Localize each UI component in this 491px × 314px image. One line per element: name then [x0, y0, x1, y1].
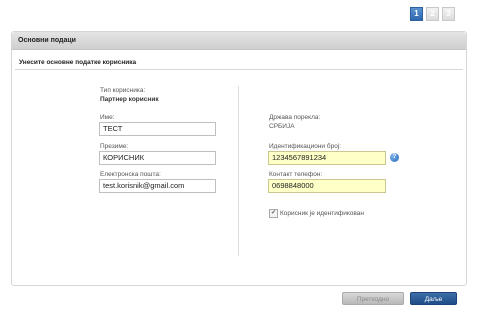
country-value: СРБИЈА	[269, 123, 295, 130]
phone-field[interactable]: 0698848000	[268, 179, 386, 193]
column-divider	[238, 86, 239, 256]
first-name-field[interactable]: ТЕСТ	[99, 122, 216, 136]
previous-button[interactable]: Претходно	[342, 292, 404, 305]
email-field[interactable]: test.korisnik@gmail.com	[99, 179, 216, 193]
id-number-label: Идентификациони број:	[269, 143, 342, 150]
wizard-steps: 1 2 3	[410, 7, 455, 21]
email-label: Електронска пошта:	[100, 171, 161, 178]
help-icon[interactable]: ?	[390, 153, 399, 162]
last-name-label: Презиме:	[100, 143, 129, 150]
step-2[interactable]: 2	[426, 7, 439, 21]
id-number-field[interactable]: 1234567891234	[268, 151, 386, 165]
section-divider	[15, 69, 463, 70]
user-type-label: Тип корисника:	[100, 87, 146, 94]
section-title: Унесите основне податке корисника	[19, 59, 137, 66]
identified-checkbox[interactable]: ✔	[269, 209, 278, 218]
next-button[interactable]: Даље	[410, 292, 457, 305]
user-type-value: Партнер корисник	[100, 96, 159, 103]
country-label: Држава порекла:	[269, 114, 321, 121]
step-1[interactable]: 1	[410, 7, 423, 21]
phone-label: Контакт телефон:	[269, 171, 323, 178]
step-3[interactable]: 3	[442, 7, 455, 21]
last-name-field[interactable]: КОРИСНИК	[99, 151, 216, 165]
identified-label: Корисник је идентификован	[280, 210, 364, 217]
basic-info-panel: Основни подаци Унесите основне податке к…	[11, 31, 467, 286]
panel-title: Основни подаци	[12, 32, 466, 50]
first-name-label: Име:	[100, 114, 115, 121]
